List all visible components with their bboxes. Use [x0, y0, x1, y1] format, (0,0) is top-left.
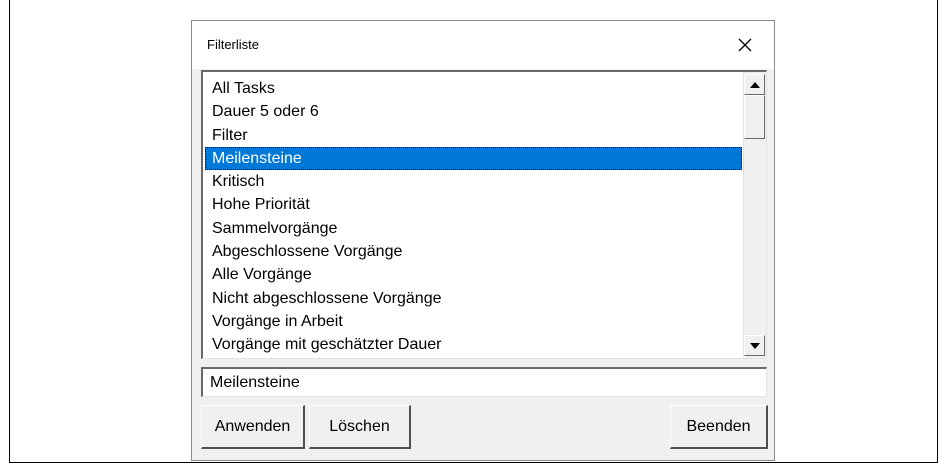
list-item[interactable]: Nicht abgeschlossene Vorgänge [205, 287, 742, 310]
list-item[interactable]: All Tasks [205, 77, 742, 100]
filter-list: All Tasks Dauer 5 oder 6 Filter Meilenst… [205, 77, 742, 357]
list-item[interactable]: Kritisch [205, 170, 742, 193]
scrollbar-thumb[interactable] [744, 95, 765, 139]
filter-listbox[interactable]: All Tasks Dauer 5 oder 6 Filter Meilenst… [201, 70, 767, 359]
close-icon [738, 38, 752, 52]
scroll-down-button[interactable] [744, 335, 765, 356]
list-item-selected[interactable]: Meilensteine [205, 146, 742, 171]
list-item[interactable]: Vorgänge in Arbeit [205, 310, 742, 333]
title-bar: Filterliste [192, 21, 774, 69]
close-button[interactable] [725, 29, 765, 61]
list-item[interactable]: Abgeschlossene Vorgänge [205, 240, 742, 263]
apply-button[interactable]: Anwenden [201, 405, 305, 449]
scroll-up-button[interactable] [744, 74, 765, 95]
dialog-title: Filterliste [207, 37, 260, 52]
list-item[interactable]: Vorgänge mit geschätzter Dauer [205, 333, 742, 356]
arrow-down-icon [749, 342, 760, 349]
exit-button[interactable]: Beenden [670, 405, 768, 449]
arrow-up-icon [749, 81, 760, 88]
list-item[interactable]: Sammelvorgänge [205, 217, 742, 240]
list-item[interactable]: Hohe Priorität [205, 193, 742, 216]
delete-button[interactable]: Löschen [309, 405, 411, 449]
list-item[interactable]: Alle Vorgänge [205, 263, 742, 286]
vertical-scrollbar[interactable] [743, 72, 766, 358]
list-item[interactable]: Filter [205, 124, 742, 147]
selected-filter-field[interactable] [201, 367, 767, 397]
filter-list-dialog: Filterliste All Tasks Dauer 5 oder 6 Fil… [191, 20, 775, 461]
list-item[interactable]: Dauer 5 oder 6 [205, 100, 742, 123]
